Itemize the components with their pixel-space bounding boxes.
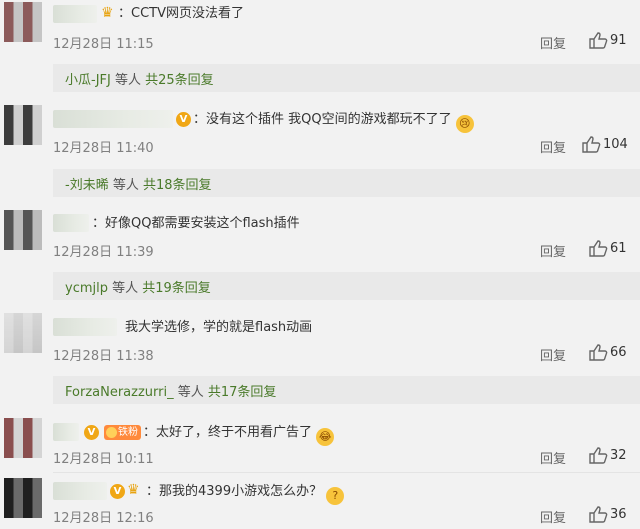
reply-button[interactable]: 回复 (540, 137, 566, 156)
comment-time: 12月28日 12:16 (53, 511, 154, 526)
comment-text-body: ：太好了，终于不用看广告了 (143, 425, 313, 440)
more-replies-link[interactable]: 共18条回复 (143, 178, 212, 193)
emoji-icon: 😢 (455, 115, 474, 133)
reply-button[interactable]: 回复 (540, 241, 566, 260)
more-replies-link[interactable]: 共19条回复 (142, 281, 211, 296)
reply-summary[interactable]: -刘未晞 等人 共18条回复 (53, 169, 640, 197)
avatar[interactable] (4, 2, 42, 42)
like-count: 66 (610, 345, 627, 360)
more-replies-link[interactable]: 共17条回复 (208, 385, 277, 400)
verified-v-icon: V (84, 425, 99, 440)
avatar[interactable] (4, 418, 42, 458)
crown-icon: ♛ (127, 482, 140, 498)
username[interactable] (53, 214, 89, 232)
comment-text: ：太好了，终于不用看广告了 😂 (143, 424, 335, 446)
thumbs-up-icon[interactable] (588, 31, 608, 49)
comment-text: ：那我的4399小游戏怎么办？ ? (146, 483, 345, 505)
reply-button[interactable]: 回复 (540, 345, 566, 364)
reply-user-link[interactable]: -刘未晞 (65, 178, 109, 193)
comment-time: 12月28日 11:15 (53, 37, 154, 52)
reply-button[interactable]: 回复 (540, 507, 566, 526)
reply-mid-text: 等人 (110, 73, 146, 88)
reply-mid-text: 等人 (107, 281, 143, 296)
comment-text-body: ：那我的4399小游戏怎么办？ (146, 484, 323, 499)
comment-text: ：没有这个插件 我QQ空间的游戏都玩不了了 😢 (193, 111, 474, 133)
like-count: 61 (610, 241, 627, 256)
reply-mid-text: 等人 (108, 178, 143, 193)
reply-summary[interactable]: 小瓜-JFJ 等人 共25条回复 (53, 64, 640, 92)
reply-summary[interactable]: ForzaNerazzurri_ 等人 共17条回复 (53, 376, 640, 404)
thumbs-up-icon[interactable] (588, 505, 608, 523)
fan-badge: 铁粉 (104, 425, 141, 440)
reply-user-link[interactable]: ycmjlp (65, 281, 108, 296)
reply-user-link[interactable]: ForzaNerazzurri_ (65, 385, 174, 400)
verified-v-icon: V (176, 112, 191, 127)
avatar[interactable] (4, 210, 42, 250)
comment-text-body: ：没有这个插件 我QQ空间的游戏都玩不了了 (193, 112, 452, 127)
username[interactable] (53, 110, 173, 128)
thumbs-up-icon[interactable] (588, 343, 608, 361)
avatar[interactable] (4, 105, 42, 145)
username[interactable] (53, 423, 79, 441)
avatar[interactable] (4, 313, 42, 353)
username[interactable] (53, 318, 117, 336)
more-replies-link[interactable]: 共25条回复 (145, 73, 214, 88)
comment-text: 我大学选修，学的就是flash动画 (125, 320, 313, 335)
comment-time: 12月28日 11:39 (53, 245, 154, 260)
emoji-icon: ? (326, 487, 345, 505)
comment-time: 12月28日 10:11 (53, 452, 154, 467)
divider (53, 472, 640, 473)
thumbs-up-icon[interactable] (581, 135, 601, 153)
comment-time: 12月28日 11:40 (53, 141, 154, 156)
avatar[interactable] (4, 478, 42, 518)
username[interactable] (53, 482, 107, 500)
like-count: 32 (610, 448, 627, 463)
thumbs-up-icon[interactable] (588, 446, 608, 464)
like-count: 36 (610, 507, 627, 522)
thumbs-up-icon[interactable] (588, 239, 608, 257)
emoji-icon: 😂 (316, 428, 335, 446)
comment-text: ：CCTV网页没法看了 (118, 6, 244, 21)
crown-icon: ♛ (101, 5, 114, 21)
reply-button[interactable]: 回复 (540, 448, 566, 467)
reply-mid-text: 等人 (173, 385, 208, 400)
comment-time: 12月28日 11:38 (53, 349, 154, 364)
username[interactable] (53, 5, 97, 23)
verified-v-icon: V (110, 484, 125, 499)
reply-user-link[interactable]: 小瓜-JFJ (65, 73, 111, 88)
like-count: 104 (603, 137, 628, 152)
comment-text: ：好像QQ都需要安装这个flash插件 (92, 216, 300, 231)
reply-summary[interactable]: ycmjlp 等人 共19条回复 (53, 272, 640, 300)
reply-button[interactable]: 回复 (540, 33, 566, 52)
like-count: 91 (610, 33, 627, 48)
